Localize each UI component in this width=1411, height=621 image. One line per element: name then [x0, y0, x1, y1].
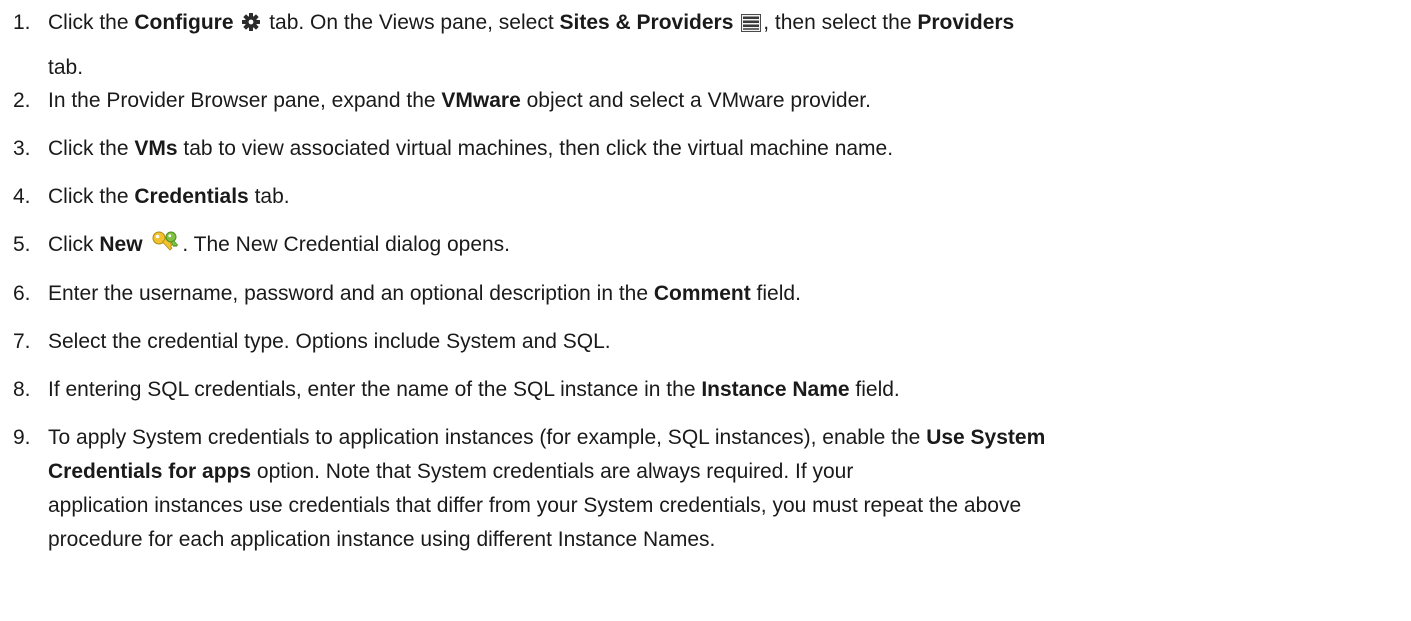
text-run: tab to view associated virtual machines,… [177, 137, 894, 160]
ui-term-configure: Configure [134, 11, 234, 34]
ui-term-comment: Comment [653, 282, 751, 305]
ui-term-instance-name: Instance Name [701, 378, 850, 401]
step-number: 8. [13, 378, 31, 401]
text-run: field. [750, 282, 801, 305]
step-text: Enter the username, password and an opti… [48, 277, 1400, 310]
step-number: 5. [13, 233, 31, 256]
text-run: option. Note that System credentials are… [251, 460, 854, 483]
step-line: Click the Configure tab. On the Views pa… [48, 6, 1400, 42]
gear-icon [241, 9, 261, 42]
step-line: Click New . The New Credential dialog op… [48, 228, 1400, 264]
text-run: , then select the [763, 11, 918, 34]
step-number: 2. [13, 89, 31, 112]
text-run: Click the [48, 137, 135, 160]
list-icon [741, 9, 762, 42]
text-run: field. [849, 378, 900, 401]
step-number: 1. [13, 11, 31, 34]
ui-term-credentials: Credentials [134, 185, 249, 208]
step-number: 6. [13, 282, 31, 305]
step-line: Click the VMs tab to view associated vir… [48, 132, 1400, 165]
step-text: Select the credential type. Options incl… [48, 325, 1400, 358]
text-run: Enter the username, password and an opti… [48, 282, 654, 305]
step-line: application instances use credentials th… [48, 494, 1022, 517]
text-run: To apply System credentials to applicati… [48, 426, 927, 449]
text-run: Click the [48, 11, 135, 34]
text-run: Click [48, 233, 100, 256]
step-number: 3. [13, 137, 31, 160]
text-run: Click the [48, 185, 135, 208]
step-text: Click New . The New Credential dialog op… [48, 228, 1400, 264]
step-number: 4. [13, 185, 31, 208]
step-text: In the Provider Browser pane, expand the… [48, 84, 1400, 117]
ui-term-providers: Providers [917, 11, 1015, 34]
step-line: To apply System credentials to applicati… [48, 421, 1400, 455]
text-run: In the Provider Browser pane, expand the [48, 89, 442, 112]
text-run: If entering SQL credentials, enter the n… [48, 378, 702, 401]
key-icon [150, 230, 180, 264]
step-text: Click the Configure tab. On the Views pa… [48, 6, 1400, 84]
ui-term-use-system: Use System [926, 426, 1046, 449]
step-number: 7. [13, 330, 31, 353]
ui-term-sites-providers: Sites & Providers [559, 11, 734, 34]
text-run: tab. On the Views pane, select [263, 11, 560, 34]
step-line: procedure for each application instance … [48, 528, 716, 551]
ui-term-vms: VMs [134, 137, 178, 160]
step-line: tab. [48, 56, 84, 79]
ui-term-credentials-for-apps: Credentials for apps [48, 460, 252, 483]
step-line: Credentials for apps option. Note that S… [48, 455, 1400, 489]
text-run: . The New Credential dialog opens. [182, 233, 511, 256]
text-run: object and select a VMware provider. [520, 89, 871, 112]
step-number: 9. [13, 426, 31, 449]
ui-term-vmware: VMware [441, 89, 521, 112]
step-text: If entering SQL credentials, enter the n… [48, 373, 1400, 406]
step-text: Click the Credentials tab. [48, 180, 1400, 213]
step-line: If entering SQL credentials, enter the n… [48, 373, 1400, 406]
step-text: Click the VMs tab to view associated vir… [48, 132, 1400, 165]
text-run: tab. [248, 185, 290, 208]
step-line: In the Provider Browser pane, expand the… [48, 84, 1400, 117]
ui-term-new: New [99, 233, 143, 256]
step-line: Enter the username, password and an opti… [48, 277, 1400, 310]
step-text: To apply System credentials to applicati… [48, 421, 1400, 557]
step-line: Click the Credentials tab. [48, 180, 1400, 213]
step-line: Select the credential type. Options incl… [48, 330, 611, 353]
